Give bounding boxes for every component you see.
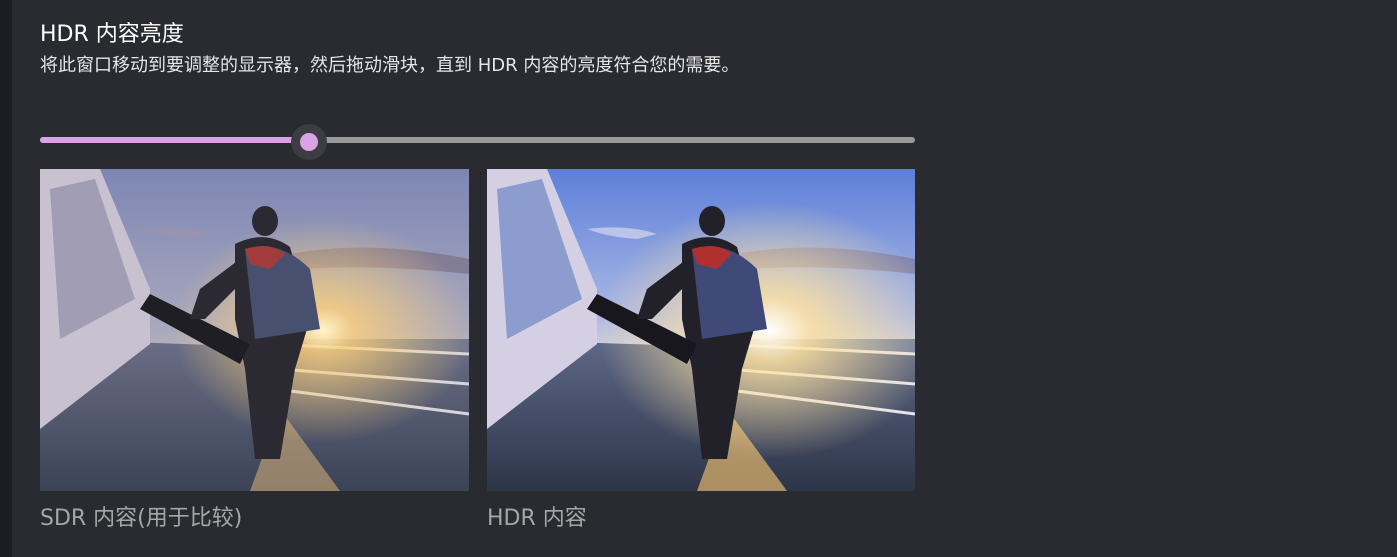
sdr-preview-caption: SDR 内容(用于比较) <box>40 506 243 531</box>
sdr-preview-image <box>40 169 469 491</box>
hdr-preview-caption: HDR 内容 <box>487 506 587 531</box>
section-description: 将此窗口移动到要调整的显示器，然后拖动滑块，直到 HDR 内容的亮度符合您的需要… <box>40 55 740 76</box>
slider-thumb[interactable] <box>291 124 327 160</box>
section-title: HDR 内容亮度 <box>40 22 184 47</box>
window-edge <box>0 0 12 557</box>
slider-track-fill <box>40 137 309 143</box>
hdr-brightness-slider[interactable] <box>40 124 915 160</box>
hdr-preview-image <box>487 169 915 491</box>
